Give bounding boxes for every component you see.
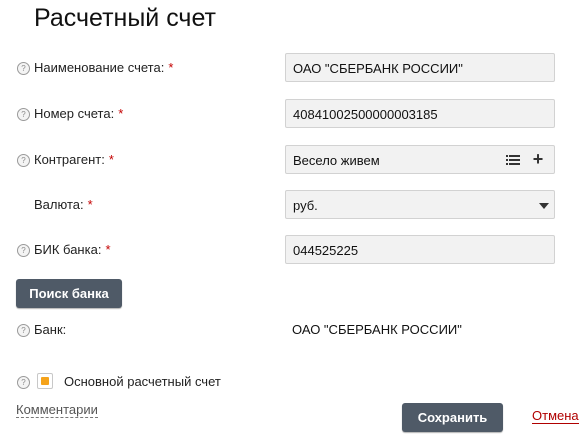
- help-icon[interactable]: ?: [17, 244, 30, 257]
- save-button[interactable]: Сохранить: [402, 403, 503, 432]
- bank-label: Банк:: [34, 322, 67, 337]
- primary-account-checkbox[interactable]: [37, 373, 53, 389]
- counterparty-row: ? Контрагент: * Весело живем +: [0, 145, 581, 175]
- account-number-input[interactable]: 40841002500000003185: [285, 99, 555, 128]
- required-marker: *: [108, 152, 114, 167]
- cancel-link[interactable]: Отмена: [532, 409, 579, 424]
- account-name-label: Наименование счета: *: [34, 60, 174, 75]
- checkbox-check-mark: [41, 377, 49, 385]
- help-icon[interactable]: ?: [17, 108, 30, 121]
- search-bank-button[interactable]: Поиск банка: [16, 279, 122, 308]
- comments-link[interactable]: Комментарии: [16, 403, 98, 418]
- currency-row: Валюта: * руб.: [0, 190, 581, 220]
- help-icon[interactable]: ?: [17, 376, 30, 389]
- chevron-down-icon[interactable]: [539, 203, 549, 209]
- account-number-row: ? Номер счета: * 40841002500000003185: [0, 99, 581, 129]
- counterparty-input[interactable]: Весело живем +: [285, 145, 555, 174]
- page-title: Расчетный счет: [34, 4, 216, 32]
- currency-label: Валюта: *: [34, 197, 93, 212]
- account-name-input[interactable]: ОАО "СБЕРБАНК РОССИИ": [285, 53, 555, 82]
- help-icon[interactable]: ?: [17, 62, 30, 75]
- required-marker: *: [105, 242, 111, 257]
- required-marker: *: [168, 60, 174, 75]
- account-name-row: ? Наименование счета: * ОАО "СБЕРБАНК РОС…: [0, 53, 581, 83]
- plus-icon[interactable]: +: [528, 149, 548, 169]
- currency-select[interactable]: руб.: [285, 190, 555, 219]
- account-number-label: Номер счета: *: [34, 106, 124, 121]
- bank-row: ? Банк:: [0, 315, 581, 345]
- bik-input[interactable]: 044525225: [285, 235, 555, 264]
- bik-label: БИК банка: *: [34, 242, 111, 257]
- primary-account-label: Основной расчетный счет: [64, 374, 221, 389]
- help-icon[interactable]: ?: [17, 154, 30, 167]
- help-icon[interactable]: ?: [17, 324, 30, 337]
- required-marker: *: [118, 106, 124, 121]
- bik-row: ? БИК банка: * 044525225: [0, 235, 581, 265]
- counterparty-label: Контрагент: *: [34, 152, 114, 167]
- list-icon[interactable]: [504, 150, 524, 170]
- required-marker: *: [87, 197, 93, 212]
- bank-value: ОАО "СБЕРБАНК РОССИИ": [292, 322, 462, 337]
